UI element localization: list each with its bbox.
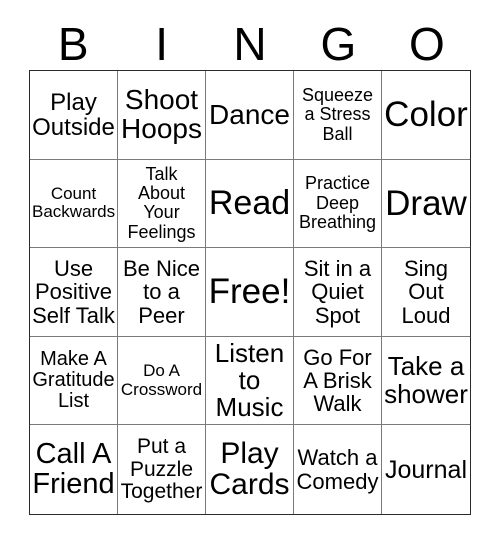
bingo-cell-label: Sit in a Quiet Spot [303, 256, 372, 328]
bingo-cell[interactable]: Practice Deep Breathing [294, 159, 382, 249]
bingo-header-letter-b: B [57, 17, 89, 70]
bingo-cell-label: Go For A Brisk Walk [303, 344, 372, 417]
bingo-cell[interactable]: Play Outside [30, 71, 118, 160]
bingo-cell-label: Listen to Music [214, 337, 285, 423]
bingo-cell[interactable]: Call A Friend [30, 425, 118, 514]
bingo-cell[interactable]: Color [382, 71, 470, 160]
bingo-cell-label: Read [208, 184, 291, 223]
bingo-cell-label: Take a shower [384, 351, 468, 409]
bingo-cell-label: Count Backwards [32, 184, 116, 222]
bingo-cell[interactable]: Put a Puzzle Together [118, 425, 206, 514]
bingo-cell[interactable]: Listen to Music [206, 336, 294, 426]
bingo-cell-label: Put a Puzzle Together [120, 435, 203, 503]
bingo-cell-label: Sing Out Loud [401, 256, 451, 328]
bingo-cell[interactable]: Be Nice to a Peer [118, 248, 206, 337]
bingo-cell[interactable]: Sit in a Quiet Spot [294, 248, 382, 337]
bingo-cell[interactable]: Count Backwards [30, 159, 118, 249]
bingo-cell[interactable]: Read [206, 159, 294, 249]
bingo-cell[interactable]: Sing Out Loud [382, 248, 470, 337]
bingo-cell-label: Practice Deep Breathing [298, 173, 377, 233]
bingo-cell-label: Watch a Comedy [296, 445, 379, 494]
bingo-cell[interactable]: Squeeze a Stress Ball [294, 71, 382, 160]
bingo-cell[interactable]: Take a shower [382, 336, 470, 426]
bingo-cell-label: Talk About Your Feelings [127, 163, 196, 242]
bingo-cell[interactable]: Make A Gratitude List [30, 336, 118, 426]
bingo-cell-label: Squeeze a Stress Ball [301, 84, 374, 144]
bingo-cell-label: Free! [208, 272, 291, 312]
bingo-header-letter-g: G [320, 17, 357, 70]
bingo-cell-label: Dance [209, 98, 290, 130]
bingo-cell-label: Do A Crossword [120, 361, 203, 399]
bingo-cell[interactable]: Watch a Comedy [294, 425, 382, 514]
bingo-cell[interactable]: Journal [382, 425, 470, 514]
bingo-cell-label: Play Outside [32, 88, 115, 141]
bingo-header: B I N G O [29, 17, 471, 70]
bingo-cell[interactable]: Draw [382, 159, 470, 249]
bingo-cell-label: Journal [385, 455, 467, 484]
bingo-cell-label: Call A Friend [32, 437, 115, 500]
bingo-cell[interactable]: Free! [206, 248, 294, 337]
bingo-header-letter-o: O [408, 17, 445, 70]
bingo-grid: Play Outside Shoot Hoops Dance Squeeze a St… [29, 70, 471, 515]
bingo-cell-label: Draw [385, 183, 467, 223]
bingo-cell[interactable]: Go For A Brisk Walk [294, 336, 382, 426]
bingo-cell[interactable]: Dance [206, 71, 294, 160]
bingo-cell-label: Make A Gratitude List [32, 347, 115, 413]
bingo-header-letter-n: N [233, 17, 267, 70]
bingo-cell-label: Play Cards [209, 436, 290, 501]
bingo-cell-label: Use Positive Self Talk [32, 256, 115, 328]
bingo-cell[interactable]: Do A Crossword [118, 336, 206, 426]
bingo-cell-label: Be Nice to a Peer [122, 256, 201, 328]
bingo-header-letter-i: I [155, 17, 168, 70]
bingo-cell[interactable]: Shoot Hoops [118, 71, 206, 160]
bingo-card: B I N G O Play Outside Shoot Hoops Dance Sq… [0, 0, 500, 544]
bingo-cell[interactable]: Use Positive Self Talk [30, 248, 118, 337]
bingo-cell[interactable]: Play Cards [206, 425, 294, 514]
bingo-cell[interactable]: Talk About Your Feelings [118, 159, 206, 249]
bingo-cell-label: Shoot Hoops [121, 83, 202, 144]
bingo-cell-label: Color [384, 94, 468, 134]
